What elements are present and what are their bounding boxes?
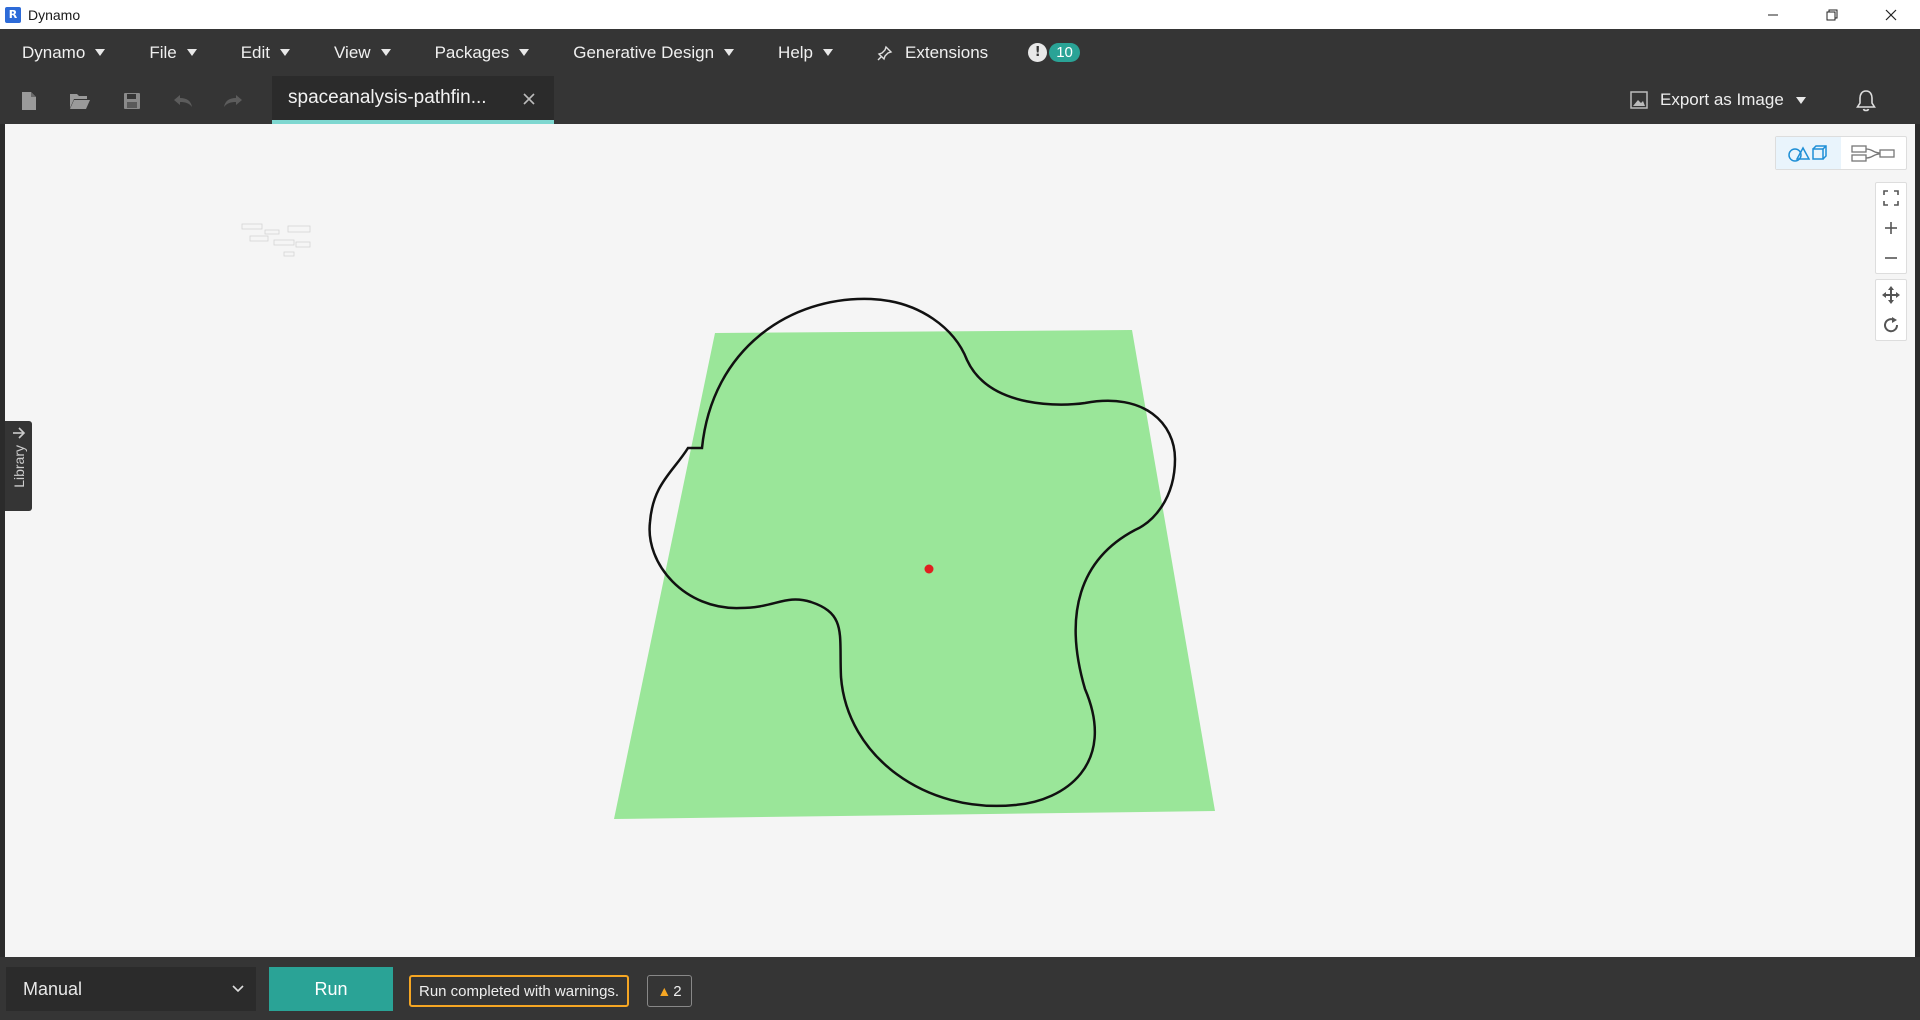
tab-title: spaceanalysis-pathfin...: [288, 87, 487, 108]
3d-shapes-icon: [1787, 145, 1827, 162]
arrow-right-icon: [12, 427, 25, 439]
menu-label: Generative Design: [573, 42, 715, 62]
caret-down-icon: [724, 49, 735, 56]
pan-arrows-icon: [1882, 286, 1900, 304]
menu-generative-design[interactable]: Generative Design: [573, 42, 735, 63]
menu-edit[interactable]: Edit: [240, 42, 291, 63]
caret-down-icon: [1795, 96, 1806, 104]
menu-label: View: [334, 42, 371, 62]
fit-view-icon: [1883, 190, 1899, 206]
exclamation-icon: !: [1028, 43, 1048, 62]
execution-bar: Manual Run Run completed with warnings. …: [0, 957, 1920, 1020]
dynamo-window: R Dynamo Dynamo File Edit View Packages …: [0, 0, 1920, 1020]
caret-down-icon: [186, 49, 197, 56]
menu-bar: Dynamo File Edit View Packages Generativ…: [0, 29, 1920, 76]
minimize-button[interactable]: [1743, 0, 1802, 29]
restore-button[interactable]: [1802, 0, 1861, 29]
graph-nodes-icon: [1850, 145, 1895, 162]
redo-icon: [224, 95, 242, 107]
library-toggle-tab[interactable]: Library: [5, 421, 32, 511]
warning-count: 2: [673, 982, 682, 1000]
zoom-fit-button[interactable]: [1876, 183, 1906, 213]
orbit-button[interactable]: [1876, 310, 1906, 340]
zoom-in-button[interactable]: [1876, 213, 1906, 243]
caret-down-icon: [95, 49, 106, 56]
caret-down-icon: [380, 49, 391, 56]
run-mode-value: Manual: [23, 978, 83, 999]
plus-icon: [1885, 222, 1897, 234]
undo-button[interactable]: [171, 89, 195, 113]
pin-icon: [877, 45, 893, 60]
new-file-button[interactable]: [17, 89, 41, 113]
menu-label: Extensions: [905, 42, 989, 62]
restore-icon: [1826, 9, 1837, 20]
run-status-message: Run completed with warnings.: [409, 975, 630, 1007]
menu-dynamo[interactable]: Dynamo: [22, 42, 106, 63]
notification-bell-button[interactable]: [1853, 88, 1879, 114]
library-label: Library: [10, 445, 27, 488]
background-preview-canvas[interactable]: Library: [5, 124, 1915, 957]
open-file-button[interactable]: [68, 89, 92, 113]
caret-down-icon: [519, 49, 530, 56]
title-bar: R Dynamo: [0, 0, 1920, 29]
caret-down-icon: [823, 49, 834, 56]
workspace-tab[interactable]: spaceanalysis-pathfin...: [272, 76, 554, 124]
caret-down-icon: [280, 49, 291, 56]
menu-help[interactable]: Help: [778, 42, 834, 63]
menu-label: Dynamo: [22, 42, 86, 62]
graph-view-toggle[interactable]: [1841, 137, 1906, 169]
minimize-icon: [1767, 14, 1778, 15]
run-button[interactable]: Run: [269, 967, 393, 1011]
notifications-indicator[interactable]: ! 10: [1028, 43, 1080, 62]
chevron-down-icon: [232, 985, 244, 993]
revit-app-icon: R: [5, 6, 21, 23]
orbit-icon: [1884, 317, 1899, 333]
close-icon: [523, 93, 535, 105]
notification-count-badge: 10: [1049, 43, 1080, 62]
tab-close-button[interactable]: [523, 86, 535, 110]
center-point: [924, 564, 934, 574]
pan-button[interactable]: [1876, 280, 1906, 310]
save-icon: [124, 93, 140, 109]
new-file-icon: [22, 92, 36, 110]
run-mode-select[interactable]: Manual: [6, 967, 256, 1011]
menu-extensions[interactable]: Extensions: [877, 43, 988, 63]
menu-label: Edit: [240, 42, 271, 62]
zoom-controls: [1875, 182, 1907, 274]
close-icon: [1885, 9, 1896, 20]
minus-icon: [1885, 257, 1897, 259]
menu-label: Packages: [434, 42, 510, 62]
background-3d-preview-toggle[interactable]: [1776, 137, 1841, 169]
menu-packages[interactable]: Packages: [435, 43, 530, 63]
navigation-controls: [1875, 279, 1907, 341]
image-icon: [1630, 91, 1648, 109]
graph-minimap: [241, 223, 311, 257]
export-label: Export as Image: [1660, 90, 1784, 109]
zoom-out-button[interactable]: [1876, 243, 1906, 273]
window-controls: [1743, 0, 1920, 29]
menu-label: File: [149, 42, 177, 62]
toolbar: spaceanalysis-pathfin... Export as Image: [0, 76, 1920, 124]
redo-button[interactable]: [221, 89, 245, 113]
export-as-image-button[interactable]: Export as Image: [1630, 88, 1806, 112]
menu-label: Help: [778, 42, 814, 62]
window-title: Dynamo: [28, 6, 81, 23]
menu-view[interactable]: View: [334, 43, 391, 63]
warning-count-badge[interactable]: ▲ 2: [647, 975, 692, 1007]
undo-icon: [174, 95, 192, 107]
warning-icon: ▲: [657, 983, 672, 999]
folder-open-icon: [70, 94, 90, 109]
save-button[interactable]: [120, 89, 144, 113]
close-window-button[interactable]: [1861, 0, 1920, 29]
bell-icon: [1856, 90, 1876, 112]
menu-file[interactable]: File: [149, 42, 197, 63]
view-mode-toggle: [1775, 136, 1907, 170]
